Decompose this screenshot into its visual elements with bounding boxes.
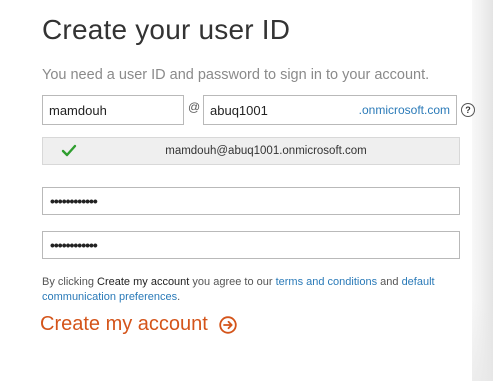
create-account-button[interactable]: Create my account bbox=[40, 313, 237, 336]
terms-text: By clicking Create my account you agree … bbox=[42, 275, 462, 305]
terms-and-conditions-link[interactable]: terms and conditions bbox=[276, 276, 378, 288]
terms-middle: you agree to our bbox=[189, 276, 276, 288]
create-user-card: Create your user ID You need a user ID a… bbox=[0, 0, 475, 381]
domain-value: abuq1001 bbox=[210, 103, 268, 118]
availability-text: mamdouh@abuq1001.onmicrosoft.com bbox=[165, 145, 367, 157]
availability-banner: mamdouh@abuq1001.onmicrosoft.com bbox=[42, 137, 460, 165]
terms-prefix: By clicking bbox=[42, 276, 98, 288]
user-id-input[interactable]: mamdouh bbox=[42, 95, 184, 125]
page-subtitle: You need a user ID and password to sign … bbox=[42, 67, 430, 83]
arrow-circle-right-icon bbox=[219, 315, 237, 334]
user-id-value: mamdouh bbox=[49, 103, 107, 118]
confirm-password-value: •••••••••••• bbox=[50, 237, 98, 253]
terms-and: and bbox=[377, 276, 402, 288]
password-input[interactable]: •••••••••••• bbox=[42, 187, 460, 215]
create-account-label: Create my account bbox=[40, 313, 208, 335]
domain-suffix: .onmicrosoft.com bbox=[358, 103, 450, 117]
confirm-password-input[interactable]: •••••••••••• bbox=[42, 231, 460, 259]
terms-suffix: . bbox=[177, 291, 181, 303]
terms-action-name: Create my account bbox=[97, 276, 190, 288]
help-circle-icon[interactable]: ? bbox=[461, 103, 475, 117]
page-title: Create your user ID bbox=[42, 14, 291, 45]
password-value: •••••••••••• bbox=[50, 193, 98, 209]
domain-input[interactable]: abuq1001 .onmicrosoft.com bbox=[203, 95, 457, 125]
at-sign-label: @ bbox=[188, 100, 201, 114]
